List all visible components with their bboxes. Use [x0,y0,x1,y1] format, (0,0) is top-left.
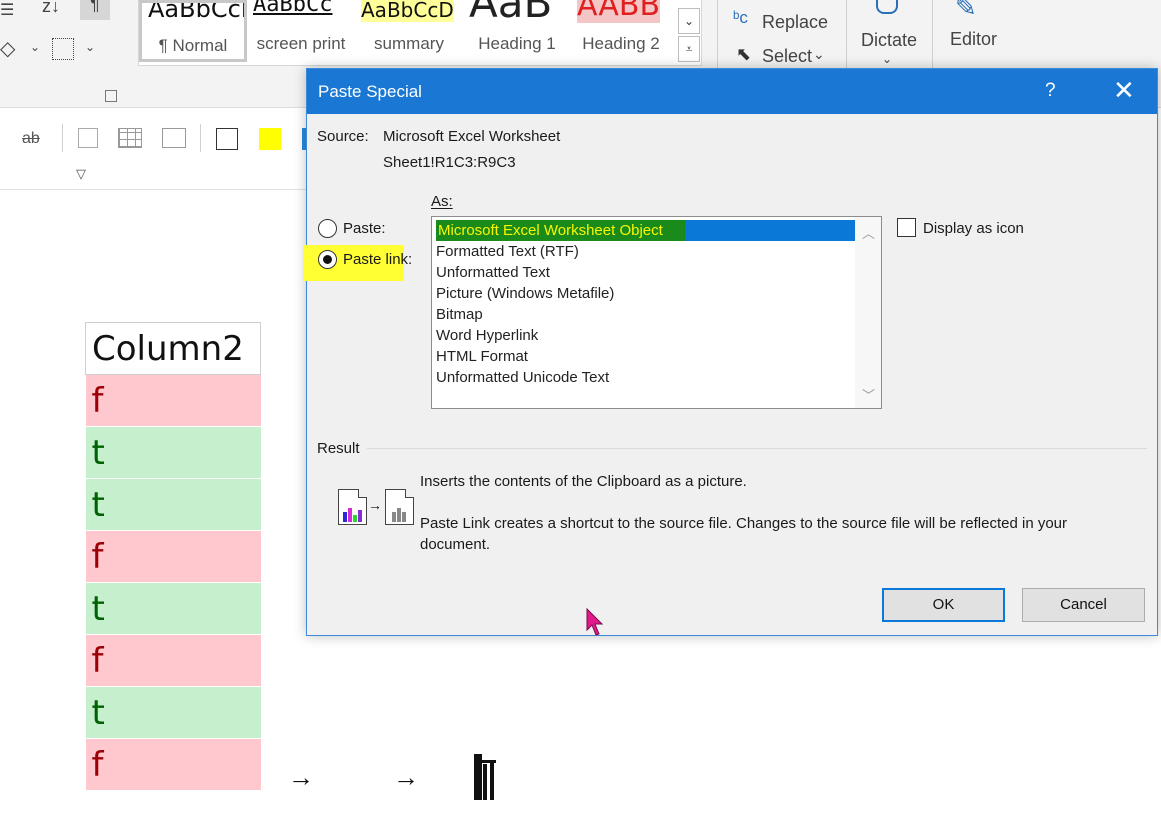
yellow-fill-icon[interactable] [259,128,281,150]
list-item-selected[interactable]: Microsoft Excel Worksheet Object [436,220,855,241]
microphone-icon [876,0,898,14]
paste-special-dialog: Paste Special ? ✕ Source: Microsoft Exce… [303,68,1158,636]
arrow-icon: → [368,497,382,513]
style-label: summary [374,34,444,53]
scroll-down-icon[interactable]: ﹀ [862,385,875,404]
display-as-icon-label[interactable]: Display as icon [923,220,1024,237]
gallery-more-button[interactable]: ⩡ [678,36,700,62]
source-label: Source: [317,128,369,145]
ok-button[interactable]: OK [882,588,1005,622]
gallery-scroll-down-button[interactable]: ⌄ [678,8,700,34]
scroll-up-icon[interactable]: ︿ [862,223,875,242]
borders-dropdown-icon[interactable]: ⌄ [85,40,95,54]
table-cell: f [85,634,261,687]
list-item[interactable]: HTML Format [436,346,528,367]
table-cell: f [85,374,261,427]
style-normal[interactable]: AaBbCcI ¶ Normal [139,0,247,62]
paste-radio-label[interactable]: Paste: [343,220,386,237]
paste-radio[interactable] [318,219,337,238]
style-label: ¶ Normal [158,36,228,55]
result-description-2: Paste Link creates a shortcut to the sou… [420,515,1068,532]
style-summary[interactable]: AaBbCcD summary [355,0,463,62]
divider [62,124,63,152]
table-cell: f [85,530,261,583]
column-header: Column2 [85,322,261,375]
close-button[interactable]: ✕ [1113,77,1135,103]
table-cell: f [85,738,261,791]
shading-icon[interactable]: ◇ [0,36,15,61]
table-copy-icon[interactable] [162,128,186,148]
cancel-button[interactable]: Cancel [1022,588,1145,622]
no-fill-icon[interactable] [216,128,238,150]
result-divider [367,448,1147,449]
list-item[interactable]: Unformatted Unicode Text [436,367,609,388]
clipboard-chart-icon [338,489,367,525]
indent-marker-icon[interactable]: ▽ [76,166,86,182]
list-item[interactable]: Bitmap [436,304,483,325]
style-label: Heading 1 [478,34,556,53]
divider [717,0,718,68]
style-heading-1[interactable]: AaB Heading 1 [463,0,571,62]
picture-result-icon [385,489,414,525]
list-item[interactable]: Unformatted Text [436,262,550,283]
table-cell: t [85,426,261,479]
arrow-symbol: → [288,762,314,792]
editor-pen-icon: ✎ [955,0,977,22]
arrow-symbol: → [393,762,419,792]
borders-icon[interactable] [52,38,74,60]
pilcrow-icon[interactable]: ¶ [80,0,110,20]
list-item[interactable]: Formatted Text (RTF) [436,241,579,262]
paste-link-radio[interactable] [318,250,337,269]
dictate-button[interactable]: Dictate [861,30,917,51]
style-label: screen print [256,34,346,53]
result-description-1: Inserts the contents of the Clipboard as… [420,473,747,490]
help-button[interactable]: ? [1045,80,1056,102]
select-button[interactable]: Select [762,46,812,67]
style-heading-2[interactable]: AABB Heading 2 [571,0,671,62]
as-format-list[interactable]: Microsoft Excel Worksheet Object Formatt… [431,216,882,409]
list-item[interactable]: Picture (Windows Metafile) [436,283,614,304]
result-description-3: document. [420,536,491,553]
table-grid-icon[interactable] [118,128,142,148]
dictate-dropdown-icon[interactable]: ⌄ [882,52,892,66]
replace-button[interactable]: Replace [762,12,828,33]
display-as-icon-checkbox[interactable] [897,218,916,237]
source-range: Sheet1!R1C3:R9C3 [383,154,516,171]
paragraph-launcher-icon[interactable] [105,90,117,102]
ruler: ▽ [0,166,310,190]
divider [932,0,933,68]
divider [200,124,201,152]
styles-gallery: AaBbCcI ¶ Normal AaBbCc screen print AaB… [138,0,702,66]
editor-button[interactable]: Editor [950,29,997,50]
list-item[interactable]: Word Hyperlink [436,325,538,346]
select-cursor-icon: ⬉ [736,44,752,64]
style-label: Heading 2 [582,34,660,53]
sort-icon[interactable]: z↓ [42,0,60,17]
dialog-titlebar[interactable]: Paste Special ? ✕ [307,69,1157,114]
strikethrough-icon[interactable]: ab [22,130,40,148]
table-cell: t [85,582,261,635]
paste-link-radio-label[interactable]: Paste link: [343,251,412,268]
pasted-object-icon [472,752,496,802]
list-icon[interactable]: ☰ [0,0,28,19]
dialog-title: Paste Special [318,82,422,101]
list-scrollbar[interactable]: ︿ ﹀ [855,217,881,408]
mouse-cursor-icon [586,608,604,636]
table-cell: t [85,478,261,531]
as-label: As: [431,193,453,210]
table-toolbar: ab [0,118,310,158]
result-label: Result [317,440,360,457]
select-dropdown-icon[interactable]: ⌄ [813,46,825,63]
column-table: Column2 f t t f t f t f [85,322,261,791]
table-convert-icon[interactable] [78,128,98,148]
shading-dropdown-icon[interactable]: ⌄ [30,40,40,54]
style-screen-print[interactable]: AaBbCc screen print [247,0,355,62]
source-value: Microsoft Excel Worksheet [383,128,561,145]
divider [846,0,847,68]
table-cell: t [85,686,261,739]
replace-icon: ᵇc [733,8,748,27]
